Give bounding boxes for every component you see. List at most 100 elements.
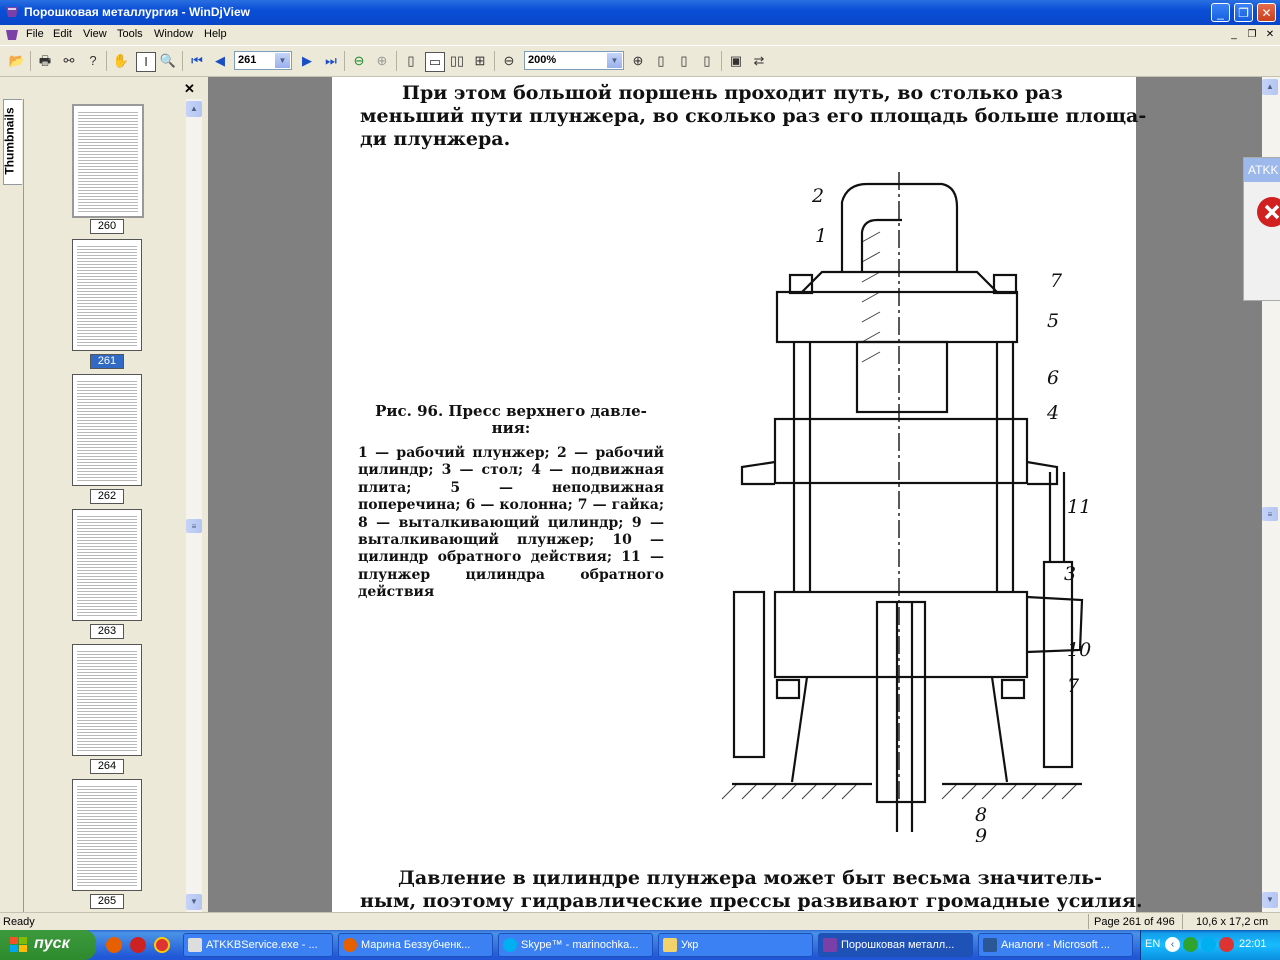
select-tool-icon[interactable]: I (136, 52, 156, 72)
taskbar-item-active[interactable]: Порошковая металл... (818, 933, 973, 957)
mdi-minimize-button[interactable]: _ (1226, 28, 1242, 42)
menu-window[interactable]: Window (154, 28, 193, 40)
rotate-icon[interactable]: ⇄ (750, 52, 768, 70)
menu-file[interactable]: File (26, 28, 44, 40)
scroll-up-icon[interactable]: ▲ (1262, 79, 1278, 95)
label-5: 5 (1047, 310, 1059, 332)
minimize-button[interactable]: _ (1211, 3, 1230, 22)
paragraph-line: ди плунжера. (360, 128, 511, 150)
clock[interactable]: 22:01 (1239, 938, 1267, 950)
thumbnail-page[interactable] (72, 104, 144, 218)
menu-bar: File Edit View Tools Window Help _ ❐ ✕ (0, 25, 1280, 45)
tray-security-icon[interactable] (1183, 937, 1198, 952)
continuous-icon[interactable]: ▭ (425, 52, 445, 72)
scroll-thumb[interactable]: ≡ (186, 519, 202, 533)
fit-page-icon[interactable]: ▯ (652, 52, 670, 70)
document-view[interactable]: При этом большой поршень проходит путь, … (208, 77, 1262, 912)
chevron-down-icon[interactable]: ▼ (275, 53, 290, 68)
thumbnails-tab-label: Thumbnails (2, 107, 17, 175)
find-icon[interactable]: ⚯ (60, 52, 78, 70)
label-8: 8 (975, 804, 987, 826)
close-icon: ✕ (1261, 6, 1272, 20)
zoom-in-icon[interactable]: ⊕ (629, 52, 647, 70)
continuous-facing-icon[interactable]: ⊞ (471, 52, 489, 70)
label-4: 4 (1046, 402, 1059, 424)
forward-icon[interactable]: ⊕ (373, 52, 391, 70)
label-7: 7 (1050, 270, 1063, 292)
fit-width-icon[interactable]: ▯ (675, 52, 693, 70)
chevron-down-icon[interactable]: ▼ (607, 53, 622, 68)
menu-edit[interactable]: Edit (53, 28, 72, 40)
window-icon (188, 938, 202, 952)
firefox-quicklaunch-icon[interactable] (106, 937, 122, 953)
thumbnail-page[interactable] (72, 374, 142, 486)
menu-tools[interactable]: Tools (117, 28, 143, 40)
press-diagram: 2 1 7 5 6 4 11 3 10 7 8 9 (721, 172, 1091, 842)
thumbnail-page[interactable] (72, 779, 142, 891)
print-icon[interactable]: 🖶 (36, 52, 54, 70)
panel-close-icon[interactable]: ✕ (184, 81, 195, 97)
status-divider (1088, 914, 1089, 929)
thumbnail-page[interactable] (72, 644, 142, 756)
document-icon[interactable] (4, 27, 20, 43)
taskbar-item[interactable]: Укр (658, 933, 813, 957)
paragraph-line: При этом большой поршень проходит путь, … (402, 82, 1063, 104)
windows-logo-icon (10, 937, 27, 952)
taskbar-item[interactable]: Skype™ - marinochka... (498, 933, 653, 957)
label-10: 10 (1067, 639, 1091, 661)
restore-button[interactable]: ❐ (1234, 3, 1253, 22)
thumbnail-list: 260 261 262 263 264 265 (28, 99, 186, 912)
zoom-tool-icon[interactable]: 🔍 (159, 52, 177, 70)
facing-pages-icon[interactable]: ▯▯ (448, 52, 466, 70)
thumbnail-page[interactable] (72, 239, 142, 351)
scroll-thumb[interactable]: ≡ (1262, 507, 1278, 521)
hand-tool-icon[interactable]: ✋ (112, 52, 130, 70)
thumbnail-scrollbar[interactable]: ▲ ≡ ▼ (186, 99, 202, 912)
folder-icon (663, 938, 677, 952)
help-icon[interactable]: ? (84, 52, 102, 70)
single-page-icon[interactable]: ▯ (402, 52, 420, 70)
start-button[interactable]: пуск (0, 930, 96, 960)
actual-size-icon[interactable]: ▯ (698, 52, 716, 70)
error-icon[interactable] (1256, 196, 1280, 228)
status-page: Page 261 of 496 (1094, 916, 1175, 928)
thumbnails-tab[interactable]: Thumbnails (3, 99, 22, 185)
open-icon[interactable]: 📂 (8, 52, 26, 70)
opera-quicklaunch-icon[interactable] (130, 937, 146, 953)
menu-view[interactable]: View (83, 28, 107, 40)
system-tray: EN ‹ 22:01 (1140, 930, 1280, 960)
scroll-up-icon[interactable]: ▲ (186, 101, 202, 117)
taskbar-item[interactable]: ATKKBService.exe - ... (183, 933, 333, 957)
last-page-icon[interactable]: ⏭ (322, 52, 340, 70)
display-mode-icon[interactable]: ▣ (727, 52, 745, 70)
chrome-quicklaunch-icon[interactable] (154, 937, 170, 953)
tray-opera-icon[interactable] (1219, 937, 1234, 952)
toolbar-separator (106, 51, 107, 71)
zoom-combo[interactable]: 200% ▼ (524, 51, 624, 70)
tray-skype-icon[interactable] (1201, 937, 1216, 952)
previous-page-icon[interactable]: ◀ (211, 52, 229, 70)
zoom-out-icon[interactable]: ⊖ (500, 52, 518, 70)
scroll-down-icon[interactable]: ▼ (186, 894, 202, 910)
scroll-down-icon[interactable]: ▼ (1262, 892, 1278, 908)
label-6: 6 (1047, 367, 1059, 389)
back-icon[interactable]: ⊖ (350, 52, 368, 70)
thumbnail-page[interactable] (72, 509, 142, 621)
label-2: 2 (811, 185, 824, 207)
label-3: 3 (1064, 563, 1076, 585)
taskbar-item[interactable]: Аналоги - Microsoft ... (978, 933, 1133, 957)
page-number-combo[interactable]: 261 ▼ (234, 51, 292, 70)
menu-help[interactable]: Help (204, 28, 227, 40)
tray-arrow-icon[interactable]: ‹ (1165, 937, 1180, 952)
language-indicator[interactable]: EN (1145, 938, 1160, 950)
close-button[interactable]: ✕ (1257, 3, 1276, 22)
skype-icon (503, 938, 517, 952)
toolbar-separator (182, 51, 183, 71)
next-page-icon[interactable]: ▶ (298, 52, 316, 70)
first-page-icon[interactable]: ⏮ (188, 52, 206, 70)
mdi-restore-button[interactable]: ❐ (1244, 28, 1260, 42)
word-icon (983, 938, 997, 952)
mdi-close-button[interactable]: ✕ (1262, 28, 1278, 42)
taskbar-item[interactable]: Марина Беззубченк... (338, 933, 493, 957)
zoom-value: 200% (528, 54, 557, 66)
